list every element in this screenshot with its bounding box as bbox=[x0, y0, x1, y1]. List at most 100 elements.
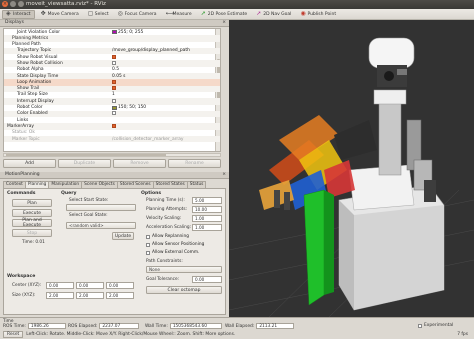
main-toolbar: ◈ Interact ✥ Move Camera ▢ Select ◎ Focus Camer… bbox=[0, 9, 474, 20]
tab-planning[interactable]: Planning bbox=[24, 181, 50, 188]
select-icon: ▢ bbox=[87, 10, 94, 17]
panel-close-icon[interactable]: × bbox=[222, 20, 226, 26]
display-property-label: Show Robot Collision bbox=[17, 60, 63, 66]
toolbar-nav-goal-button[interactable]: ➚ 2D Nav Goal bbox=[253, 10, 294, 19]
display-property-label: Trail Step Size bbox=[17, 92, 48, 98]
display-property-value[interactable]: /collision_detector_marker_array bbox=[112, 137, 184, 142]
remove-display-button[interactable]: Remove bbox=[113, 159, 166, 168]
velocity-scaling-input[interactable]: 1.00 bbox=[192, 215, 222, 222]
maximize-icon[interactable] bbox=[18, 1, 24, 7]
plan-button[interactable]: Plan bbox=[12, 199, 52, 207]
3d-render-viewport[interactable] bbox=[229, 20, 474, 317]
color-swatch[interactable] bbox=[112, 30, 117, 34]
center-z-input[interactable]: 0.00 bbox=[106, 282, 134, 289]
display-property-label: Trajectory Topic bbox=[17, 48, 52, 54]
toolbar-pose-estimate-button[interactable]: ➚ 2D Pose Estimate bbox=[198, 10, 251, 19]
toolbar-publish-point-button[interactable]: ◉ Publish Point bbox=[297, 10, 339, 19]
toolbar-label: Publish Point bbox=[307, 11, 337, 17]
display-property-label: Planned Path bbox=[12, 42, 41, 48]
display-tree-row[interactable]: Marker Topic/collision_detector_marker_a… bbox=[4, 136, 220, 143]
clear-octomap-button[interactable]: Clear octomap bbox=[146, 286, 222, 294]
displays-tree[interactable]: Joint Violation Color 255; 0; 255 Planning… bbox=[3, 28, 221, 152]
tab-context[interactable]: Context bbox=[3, 181, 26, 188]
allow-sensor-positioning-checkbox[interactable]: Allow Sensor Positioning bbox=[146, 242, 204, 247]
planning-attempts-label: Planning Attempts: bbox=[146, 207, 188, 212]
goal-tolerance-input[interactable]: 0.00 bbox=[192, 276, 222, 283]
goal-state-label: Select Goal State: bbox=[69, 213, 108, 218]
center-y-input[interactable]: 0.00 bbox=[76, 282, 104, 289]
display-property-label: Robot Alpha bbox=[17, 67, 44, 73]
allow-external-comm-checkbox[interactable]: Allow External Comm. bbox=[146, 250, 199, 255]
tab-scene-objects[interactable]: Scene Objects bbox=[81, 181, 118, 188]
property-checkbox[interactable] bbox=[112, 60, 116, 65]
reset-button[interactable]: Reset bbox=[3, 331, 24, 338]
planning-attempts-input[interactable]: 10.00 bbox=[192, 206, 222, 213]
property-checkbox[interactable] bbox=[112, 86, 116, 91]
toolbar-move-camera-button[interactable]: ✥ Move Camera bbox=[38, 10, 82, 19]
toolbar-label: 2D Pose Estimate bbox=[207, 11, 248, 17]
planning-time-label: Planning Time (s): bbox=[146, 198, 185, 203]
options-heading: Options bbox=[141, 191, 162, 196]
tree-hscrollbar[interactable] bbox=[3, 153, 221, 157]
planning-tab-body: Commands Plan Execute Plan and Execute S… bbox=[3, 188, 226, 315]
plan-and-execute-button[interactable]: Plan and Execute bbox=[12, 218, 52, 228]
duplicate-display-button[interactable]: Duplicate bbox=[58, 159, 111, 168]
display-property-label: Show Trail bbox=[17, 86, 40, 92]
size-z-input[interactable]: 2.00 bbox=[106, 292, 134, 299]
display-property-value[interactable]: 0.5 bbox=[112, 67, 119, 72]
size-x-input[interactable]: 2.00 bbox=[46, 292, 74, 299]
size-y-input[interactable]: 2.00 bbox=[76, 292, 104, 299]
wall-time-value: 1505368543.60 bbox=[169, 323, 222, 329]
time-panel: Time ROS Time: 1986.26 ROS Elapsed: 2237… bbox=[0, 317, 474, 339]
window-title: moveit_viewsatta.rviz* - RViz bbox=[26, 1, 106, 7]
minimize-icon[interactable] bbox=[10, 1, 16, 7]
start-state-select[interactable] bbox=[66, 204, 136, 211]
rename-display-button[interactable]: Rename bbox=[168, 159, 221, 168]
toolbar-label: Select bbox=[94, 11, 109, 17]
display-property-value[interactable]: /move_group/display_planned_path bbox=[112, 48, 190, 53]
workspace-heading: Workspace bbox=[7, 274, 36, 279]
close-icon[interactable]: × bbox=[2, 1, 8, 7]
add-display-button[interactable]: Add bbox=[3, 159, 56, 168]
path-constraints-select[interactable]: None bbox=[146, 266, 222, 273]
update-button[interactable]: Update bbox=[112, 232, 134, 240]
execute-button[interactable]: Execute bbox=[12, 209, 52, 217]
display-property-label: Robot Color bbox=[17, 105, 43, 111]
tab-status[interactable]: Status bbox=[186, 181, 207, 188]
wall-elapsed-label: Wall Elapsed: bbox=[225, 323, 255, 329]
display-property-value[interactable]: 255; 0; 255 bbox=[118, 30, 143, 35]
toolbar-interact-button[interactable]: ◈ Interact bbox=[2, 9, 35, 19]
property-checkbox[interactable] bbox=[112, 98, 116, 103]
display-property-label: Color Enabled bbox=[17, 111, 48, 117]
toolbar-select-button[interactable]: ▢ Select bbox=[85, 10, 112, 19]
property-checkbox[interactable] bbox=[112, 79, 116, 84]
stop-button[interactable]: Stop bbox=[12, 229, 52, 237]
interact-icon: ◈ bbox=[6, 10, 11, 17]
property-checkbox[interactable] bbox=[112, 123, 116, 128]
wall-elapsed-value: 2113.21 bbox=[256, 323, 295, 329]
planning-time-input[interactable]: 5.00 bbox=[192, 197, 222, 204]
toolbar-label: Interact bbox=[13, 11, 31, 17]
display-property-value[interactable]: 0.05 s bbox=[112, 74, 125, 79]
toolbar-measure-button[interactable]: ⟷ Measure bbox=[163, 10, 195, 19]
display-property-value[interactable]: 1 bbox=[112, 92, 115, 97]
color-swatch[interactable] bbox=[112, 105, 117, 110]
robot-head bbox=[368, 37, 415, 87]
experimental-checkbox[interactable]: Experimental bbox=[418, 323, 453, 328]
tab-stored-states[interactable]: Stored States bbox=[152, 181, 188, 188]
tab-manipulation[interactable]: Manipulation bbox=[48, 181, 83, 188]
tab-stored-scenes[interactable]: Stored Scenes bbox=[116, 181, 154, 188]
property-checkbox[interactable] bbox=[112, 111, 116, 116]
goal-state-select[interactable]: <random valid> bbox=[66, 222, 136, 229]
display-property-label: Links bbox=[17, 117, 29, 123]
toolbar-label: 2D Nav Goal bbox=[263, 11, 292, 17]
acceleration-scaling-input[interactable]: 1.00 bbox=[192, 224, 222, 231]
display-property-label: Show Robot Visual bbox=[17, 54, 58, 60]
property-checkbox[interactable] bbox=[112, 54, 116, 59]
move-camera-icon: ✥ bbox=[40, 10, 46, 17]
display-property-value[interactable]: 150; 50; 150 bbox=[118, 105, 146, 110]
allow-replanning-checkbox[interactable]: Allow Replanning bbox=[146, 234, 189, 239]
center-x-input[interactable]: 0.00 bbox=[46, 282, 74, 289]
panel-close-icon[interactable]: × bbox=[222, 172, 226, 178]
toolbar-focus-camera-button[interactable]: ◎ Focus Camera bbox=[115, 10, 160, 19]
